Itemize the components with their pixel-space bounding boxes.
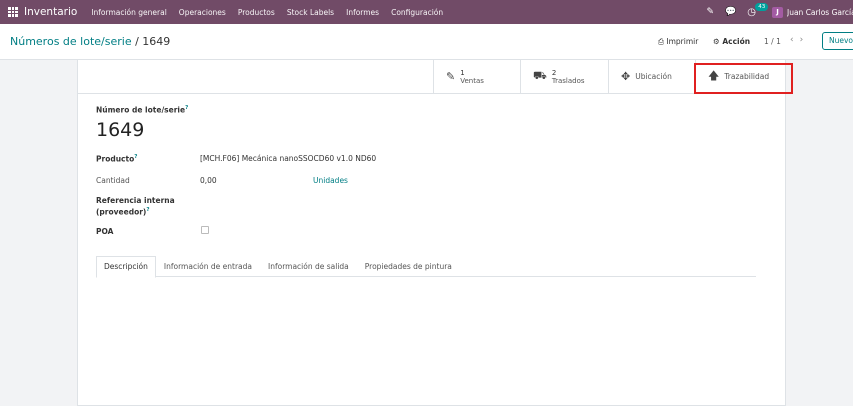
pager-arrows: ‹› bbox=[790, 35, 809, 45]
quantity-value: 0,00 bbox=[200, 176, 217, 185]
new-button[interactable]: Nuevo bbox=[822, 32, 853, 50]
quantity-label: Cantidad bbox=[96, 176, 130, 185]
lot-number-value[interactable]: 1649 bbox=[96, 119, 144, 141]
edit-icon: ✎ bbox=[446, 70, 456, 83]
gear-icon: ⚙ bbox=[713, 37, 720, 46]
breadcrumb-separator: / bbox=[131, 35, 143, 48]
systray: ✎ 💬 ◷43 J Juan Carlos García Brev bbox=[707, 0, 853, 24]
help-tooltip-icon[interactable]: ? bbox=[185, 105, 188, 111]
breadcrumb-parent[interactable]: Números de lote/serie bbox=[10, 35, 132, 48]
tab-informacion-entrada[interactable]: Información de entrada bbox=[156, 256, 260, 277]
menu-item-informacion-general[interactable]: Información general bbox=[91, 8, 167, 17]
sales-smart-button[interactable]: ✎ 1 Ventas bbox=[433, 60, 520, 93]
notebook-tabs: Descripción Información de entrada Infor… bbox=[96, 256, 756, 278]
sales-count: 1 bbox=[460, 68, 465, 77]
tab-informacion-salida[interactable]: Información de salida bbox=[260, 256, 357, 277]
traceability-highlight-box bbox=[694, 63, 793, 94]
user-name[interactable]: Juan Carlos García Brev bbox=[787, 8, 853, 17]
menu-item-stock-labels[interactable]: Stock Labels bbox=[287, 8, 334, 17]
transfers-count: 2 bbox=[551, 68, 557, 77]
main-menu: Información general Operaciones Producto… bbox=[91, 8, 455, 17]
menu-item-operaciones[interactable]: Operaciones bbox=[179, 8, 226, 17]
chevron-left-icon[interactable]: ‹ bbox=[790, 35, 800, 45]
menu-item-informes[interactable]: Informes bbox=[346, 8, 379, 17]
smart-button-box: ✎ 1 Ventas ⛟ 2 Traslados ✥ Ubicación 🡅 Tra… bbox=[78, 60, 787, 94]
edit-icon[interactable]: ✎ bbox=[707, 7, 715, 17]
internal-ref-label: Referencia interna bbox=[96, 196, 175, 205]
lot-number-label: Número de lote/serie? bbox=[96, 105, 189, 115]
internal-ref-label-line2: (proveedor)? bbox=[96, 207, 150, 217]
menu-item-productos[interactable]: Productos bbox=[238, 8, 275, 17]
product-value[interactable]: [MCH.F06] Mecánica nanoSSOCD60 v1.0 ND60 bbox=[200, 154, 376, 163]
help-tooltip-icon[interactable]: ? bbox=[134, 154, 137, 160]
location-smart-button[interactable]: ✥ Ubicación bbox=[608, 60, 695, 93]
chat-icon[interactable]: 💬 bbox=[725, 7, 736, 17]
tab-descripcion[interactable]: Descripción bbox=[96, 256, 156, 278]
action-button[interactable]: ⚙ Acción bbox=[713, 37, 750, 46]
transfers-smart-button[interactable]: ⛟ 2 Traslados bbox=[520, 60, 608, 93]
tab-propiedades-pintura[interactable]: Propiedades de pintura bbox=[357, 256, 460, 277]
poa-checkbox[interactable] bbox=[201, 226, 209, 234]
help-tooltip-icon[interactable]: ? bbox=[146, 207, 149, 213]
apps-menu-icon[interactable] bbox=[8, 7, 18, 17]
top-navbar: Inventario Información general Operacion… bbox=[0, 0, 853, 24]
poa-label: POA bbox=[96, 227, 114, 236]
breadcrumb: Números de lote/serie / 1649 bbox=[10, 35, 170, 48]
activity-clock-icon[interactable]: ◷ 43 bbox=[747, 2, 769, 18]
activity-count-badge: 43 bbox=[755, 2, 769, 11]
truck-icon: ⛟ bbox=[533, 69, 547, 82]
breadcrumb-current: 1649 bbox=[142, 35, 171, 48]
menu-item-configuracion[interactable]: Configuración bbox=[391, 8, 443, 17]
print-icon: ⎙ bbox=[658, 37, 664, 46]
sales-label: Ventas bbox=[460, 76, 484, 85]
product-label: Producto? bbox=[96, 154, 138, 164]
chevron-right-icon[interactable]: › bbox=[800, 35, 810, 45]
app-name[interactable]: Inventario bbox=[24, 6, 77, 18]
user-avatar[interactable]: J bbox=[772, 6, 783, 18]
print-button[interactable]: ⎙ Imprimir bbox=[658, 37, 698, 47]
quantity-unit[interactable]: Unidades bbox=[313, 176, 348, 185]
arrows-move-icon: ✥ bbox=[621, 70, 631, 83]
transfers-label: Traslados bbox=[551, 76, 585, 85]
location-label: Ubicación bbox=[635, 72, 672, 81]
control-panel: Números de lote/serie / 1649 ⎙ Imprimir … bbox=[0, 24, 853, 60]
pager-value[interactable]: 1 / 1 bbox=[764, 37, 781, 46]
